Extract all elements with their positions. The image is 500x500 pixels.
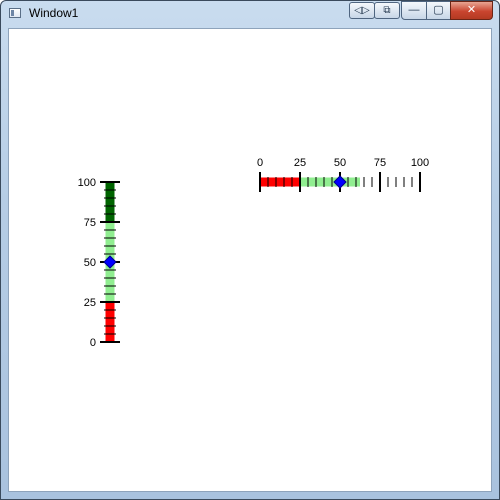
window-app-icon[interactable] <box>9 8 21 18</box>
horizontal-tick-label: 25 <box>294 157 306 169</box>
window-title: Window1 <box>29 6 79 20</box>
vertical-tick-label: 100 <box>78 177 96 189</box>
close-button[interactable]: ✕ <box>450 1 493 20</box>
minimize-button[interactable]: — <box>401 1 427 20</box>
application-window: Window1 ◁▷ ⧉ — ▢ ✕ 0 25 50 75 100 0 25 50 75 100 <box>0 0 500 500</box>
vertical-slider-range-0 <box>105 302 115 342</box>
horizontal-tick-label: 0 <box>257 157 263 169</box>
title-bar[interactable]: Window1 ◁▷ ⧉ — ▢ ✕ <box>1 1 499 25</box>
horizontal-tick-label: 100 <box>411 157 429 169</box>
slider-canvas: 0 25 50 75 100 0 25 50 75 100 <box>78 157 430 349</box>
horizontal-slider-range-1 <box>300 177 360 187</box>
horizontal-slider[interactable]: 0 25 50 75 100 <box>257 157 429 192</box>
caption-buttons: — ▢ ✕ <box>401 1 493 20</box>
vertical-tick-label: 75 <box>84 217 96 229</box>
vertical-tick-label: 25 <box>84 297 96 309</box>
vertical-tick-label: 50 <box>84 257 96 269</box>
horizontal-slider-range-0 <box>260 177 300 187</box>
extra-title-button-1[interactable]: ◁▷ <box>349 2 375 19</box>
vertical-slider[interactable]: 0 25 50 75 100 <box>78 177 120 349</box>
vertical-slider-range-2 <box>105 182 115 222</box>
extra-title-button-2[interactable]: ⧉ <box>374 2 400 19</box>
maximize-button[interactable]: ▢ <box>426 1 451 20</box>
horizontal-tick-label: 50 <box>334 157 346 169</box>
vertical-tick-label: 0 <box>90 337 96 349</box>
horizontal-tick-label: 75 <box>374 157 386 169</box>
window-client-area: 0 25 50 75 100 0 25 50 75 100 <box>8 28 492 492</box>
